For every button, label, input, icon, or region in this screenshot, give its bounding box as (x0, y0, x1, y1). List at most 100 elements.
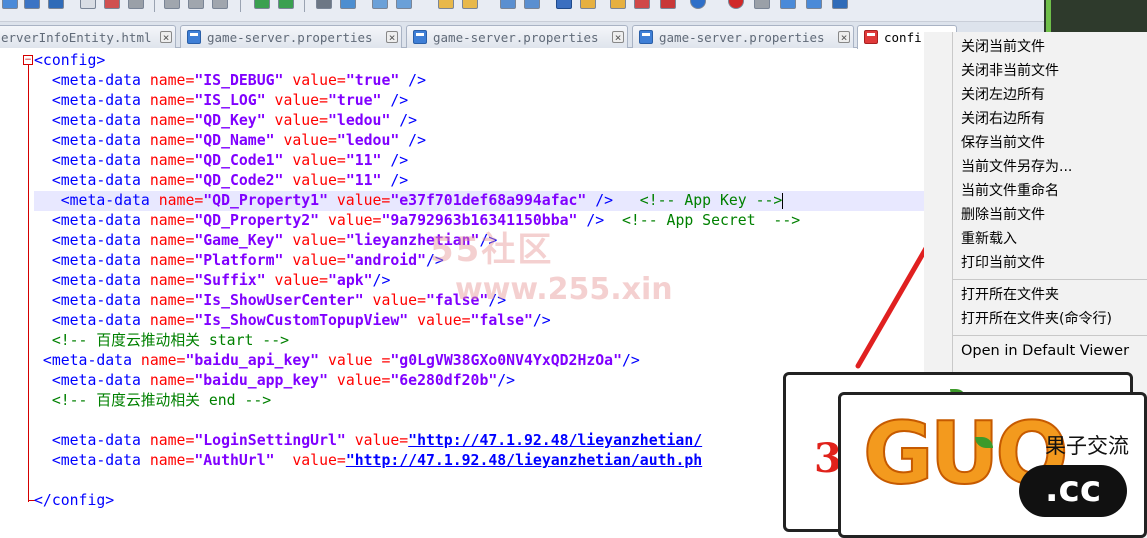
tab-close-icon[interactable]: × (386, 31, 398, 43)
code-token: value= (265, 272, 328, 289)
context-menu-item[interactable]: 关闭右边所有 (961, 108, 1045, 130)
print-icon[interactable] (128, 0, 144, 9)
code-token: /> (622, 352, 640, 369)
context-menu-item[interactable]: 打印当前文件 (961, 252, 1045, 274)
context-menu-item[interactable]: 关闭非当前文件 (961, 60, 1059, 82)
code-token: <!-- App Key --> (613, 192, 783, 209)
code-token: <meta-data (34, 192, 159, 209)
find-icon[interactable] (316, 0, 332, 9)
word-wrap-icon[interactable] (500, 0, 516, 9)
code-line[interactable]: <meta-data name="AuthUrl" value="http://… (34, 451, 702, 471)
context-menu-item[interactable]: 打开所在文件夹 (961, 284, 1059, 306)
language-icon[interactable] (580, 0, 596, 9)
close-file-icon[interactable] (80, 0, 96, 9)
code-line[interactable]: <meta-data name="baidu_app_key" value="6… (34, 371, 515, 391)
context-menu-item[interactable]: 打开所在文件夹(命令行) (961, 308, 1112, 330)
code-token: name= (149, 212, 195, 229)
code-line[interactable]: <meta-data name="QD_Property2" value="9a… (34, 211, 800, 231)
tab-game-server-properties-2[interactable]: game-server.properties × (406, 25, 628, 48)
replace-icon[interactable] (340, 0, 356, 9)
code-token: "apk" (328, 272, 373, 289)
code-token: /> (399, 132, 426, 149)
sync-vertical-icon[interactable] (438, 0, 454, 9)
tab-close-icon[interactable]: × (160, 31, 172, 43)
code-line[interactable]: <meta-data name="LoginSettingUrl" value=… (34, 431, 702, 451)
zoom-out-icon[interactable] (396, 0, 412, 9)
code-line[interactable]: <meta-data name="QD_Code2" value="11" /> (34, 171, 408, 191)
context-menu-item[interactable]: 关闭左边所有 (961, 84, 1045, 106)
context-menu-item[interactable]: 保存当前文件 (961, 132, 1045, 154)
code-line[interactable]: <meta-data name="QD_Code1" value="11" /> (34, 151, 408, 171)
play-macro-icon[interactable] (780, 0, 796, 9)
redo-icon[interactable] (278, 0, 294, 9)
code-token: value= (265, 112, 328, 129)
open-file-icon[interactable] (24, 0, 40, 9)
cut-icon[interactable] (164, 0, 180, 9)
context-menu-item[interactable]: 删除当前文件 (961, 204, 1045, 226)
toolbar (0, 0, 1044, 22)
indent-guide-icon[interactable] (556, 0, 572, 9)
zoom-in-icon[interactable] (372, 0, 388, 9)
new-file-icon[interactable] (2, 0, 18, 9)
show-all-chars-icon[interactable] (524, 0, 540, 9)
code-token: value= (274, 132, 337, 149)
code-token: "11" (345, 172, 382, 189)
code-line[interactable]: <!-- 百度云推动相关 start --> (34, 331, 289, 351)
context-menu-item[interactable]: 当前文件重命名 (961, 180, 1059, 202)
tab-game-server-properties-1[interactable]: game-server.properties × (180, 25, 402, 48)
code-token: /> (381, 152, 409, 169)
code-token: name= (149, 172, 195, 189)
save-macro-icon[interactable] (832, 0, 848, 9)
tab-close-icon[interactable]: × (612, 31, 624, 43)
context-menu-item[interactable]: 重新载入 (961, 228, 1017, 250)
code-line[interactable]: <meta-data name="Suffix" value="apk"/> (34, 271, 391, 291)
code-token: "QD_Code2" (194, 172, 284, 189)
monitoring-icon[interactable] (690, 0, 706, 9)
context-menu-item[interactable]: 关闭当前文件 (961, 36, 1045, 58)
sync-horizontal-icon[interactable] (462, 0, 478, 9)
tab-label: game-server.properties (207, 30, 373, 45)
code-line[interactable]: <meta-data name="Game_Key" value="lieyan… (34, 231, 497, 251)
code-line[interactable]: <meta-data name="Platform" value="androi… (34, 251, 444, 271)
code-token: value= (265, 92, 328, 109)
paste-icon[interactable] (212, 0, 228, 9)
tab-server-info-entity[interactable]: erverInfoEntity.html × (0, 25, 176, 48)
code-line[interactable]: <meta-data name="QD_Name" value="ledou" … (34, 131, 426, 151)
code-token: value= (363, 292, 426, 309)
code-line[interactable]: </config> (34, 491, 114, 511)
code-line[interactable]: <meta-data name="Is_ShowUserCenter" valu… (34, 291, 506, 311)
tab-label: erverInfoEntity.html (1, 30, 152, 45)
record-macro-icon[interactable] (728, 0, 744, 9)
function-list-icon[interactable] (634, 0, 650, 9)
code-line[interactable]: <meta-data name="IS_DEBUG" value="true" … (34, 71, 426, 91)
code-token: name= (149, 72, 195, 89)
code-token: name= (149, 92, 195, 109)
code-token: "false" (470, 312, 533, 329)
folder-workspace-icon[interactable] (660, 0, 676, 9)
code-line[interactable]: <config> (34, 51, 105, 71)
code-token: <!-- 百度云推动相关 end --> (34, 392, 272, 409)
code-token: /> (390, 112, 418, 129)
undo-icon[interactable] (254, 0, 270, 9)
run-macro-multiple-icon[interactable] (806, 0, 822, 9)
code-line[interactable]: <meta-data name="QD_Property1" value="e3… (34, 191, 924, 211)
tab-close-icon[interactable]: × (838, 31, 850, 43)
code-line[interactable]: <meta-data name="QD_Key" value="ledou" /… (34, 111, 417, 131)
code-line[interactable]: <!-- 百度云推动相关 end --> (34, 391, 271, 411)
copy-icon[interactable] (188, 0, 204, 9)
background-window-corner (1044, 0, 1147, 32)
save-icon[interactable] (48, 0, 64, 9)
doc-map-icon[interactable] (610, 0, 626, 9)
code-token: <meta-data (34, 72, 150, 89)
code-line[interactable]: <meta-data name="Is_ShowCustomTopupView"… (34, 311, 551, 331)
context-menu-item[interactable]: 当前文件另存为... (961, 156, 1072, 178)
context-menu-item[interactable]: Open in Default Viewer (961, 340, 1129, 362)
stop-macro-icon[interactable] (754, 0, 770, 9)
tab-label: game-server.properties (433, 30, 599, 45)
code-line[interactable]: <meta-data name="IS_LOG" value="true" /> (34, 91, 408, 111)
close-all-icon[interactable] (104, 0, 120, 9)
code-token: "QD_Property1" (203, 192, 328, 209)
code-token: value= (345, 432, 409, 449)
code-line[interactable]: <meta-data name="baidu_api_key" value ="… (34, 351, 640, 371)
tab-game-server-properties-3[interactable]: game-server.properties × (632, 25, 854, 48)
